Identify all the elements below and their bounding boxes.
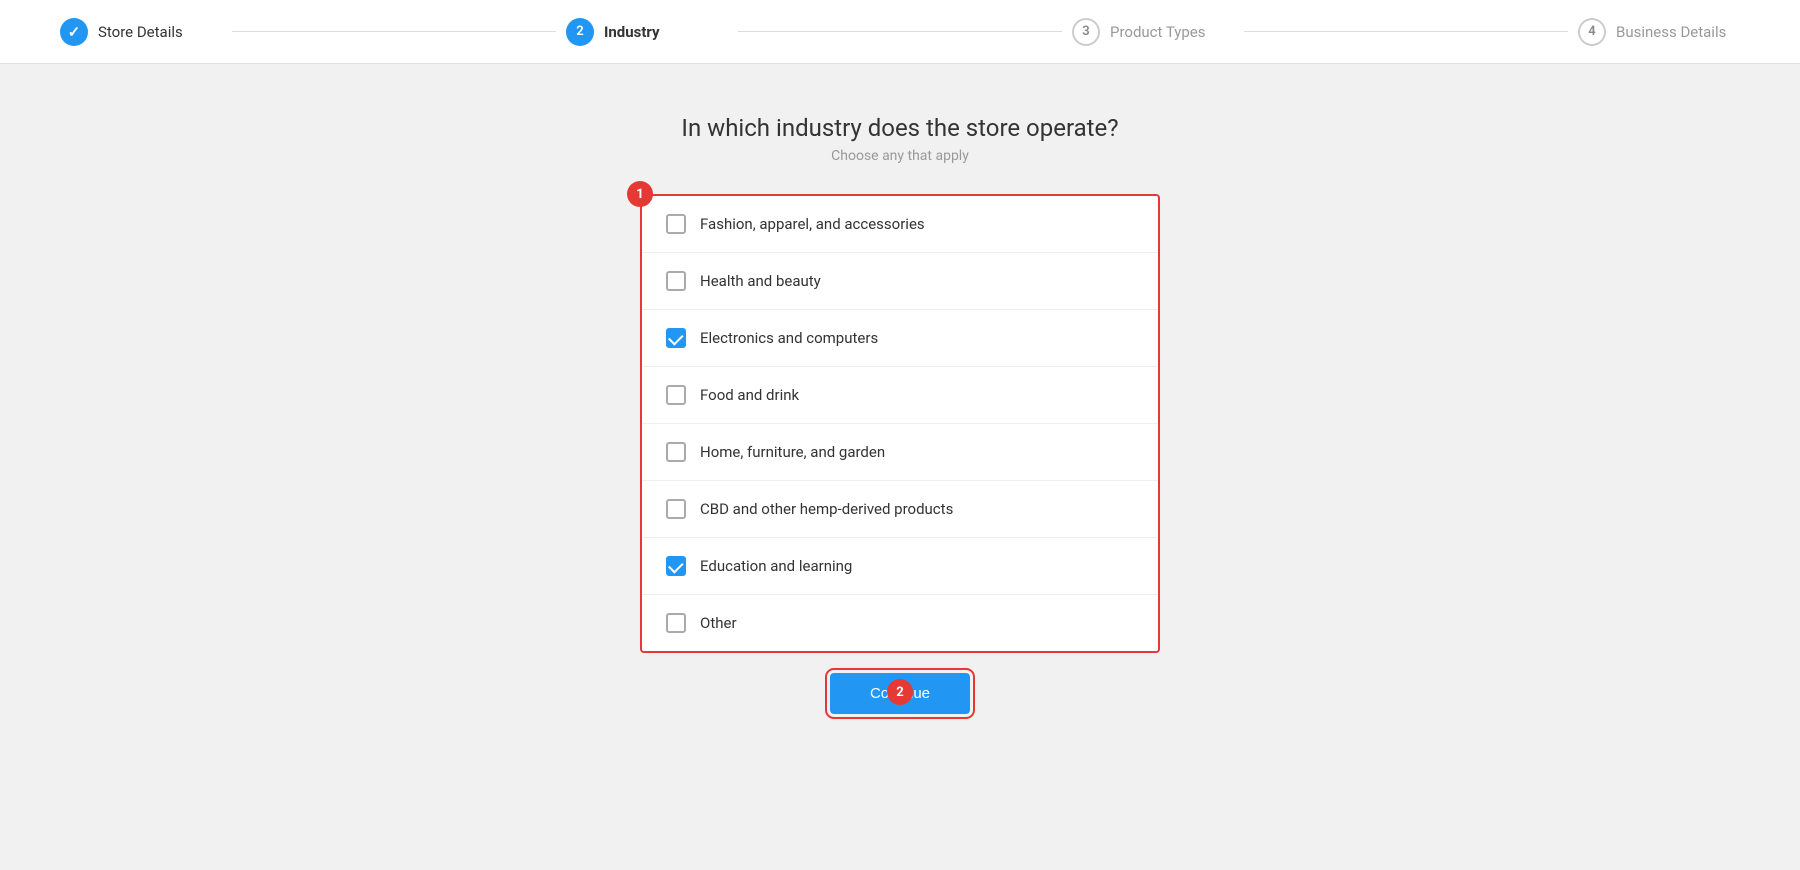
label-electronics: Electronics and computers (700, 329, 878, 347)
step-divider-2 (738, 31, 1062, 32)
step-3-circle: 3 (1072, 18, 1100, 46)
checkbox-cbd[interactable] (666, 499, 686, 519)
industry-row-home[interactable]: Home, furniture, and garden (642, 424, 1158, 481)
step-divider-3 (1244, 31, 1568, 32)
step-1-label: Store Details (98, 23, 183, 41)
checkbox-other[interactable] (666, 613, 686, 633)
industry-row-education[interactable]: Education and learning (642, 538, 1158, 595)
industry-row-cbd[interactable]: CBD and other hemp-derived products (642, 481, 1158, 538)
step-4-label: Business Details (1616, 23, 1726, 41)
checkbox-electronics[interactable] (666, 328, 686, 348)
checkbox-fashion[interactable] (666, 214, 686, 234)
industry-row-health[interactable]: Health and beauty (642, 253, 1158, 310)
step-business-details: 4 Business Details (1578, 18, 1740, 46)
stepper: ✓ Store Details 2 Industry 3 Product Typ… (0, 0, 1800, 64)
step-3-label: Product Types (1110, 23, 1206, 41)
step-industry: 2 Industry (566, 18, 728, 46)
step-store-details: ✓ Store Details (60, 18, 222, 46)
step-1-circle: ✓ (60, 18, 88, 46)
main-content: In which industry does the store operate… (0, 64, 1800, 714)
label-health: Health and beauty (700, 272, 821, 290)
label-food: Food and drink (700, 386, 799, 404)
checkbox-education[interactable] (666, 556, 686, 576)
label-cbd: CBD and other hemp-derived products (700, 500, 953, 518)
step-divider-1 (232, 31, 556, 32)
step-product-types: 3 Product Types (1072, 18, 1234, 46)
label-home: Home, furniture, and garden (700, 443, 885, 461)
industry-row-electronics[interactable]: Electronics and computers (642, 310, 1158, 367)
industry-card-wrapper: 1 Fashion, apparel, and accessoriesHealt… (640, 194, 1160, 653)
label-other: Other (700, 614, 737, 632)
label-education: Education and learning (700, 557, 852, 575)
industry-row-food[interactable]: Food and drink (642, 367, 1158, 424)
page-title: In which industry does the store operate… (681, 114, 1118, 142)
checkbox-home[interactable] (666, 442, 686, 462)
industry-row-fashion[interactable]: Fashion, apparel, and accessories (642, 196, 1158, 253)
checkbox-food[interactable] (666, 385, 686, 405)
industry-row-other[interactable]: Other (642, 595, 1158, 651)
label-fashion: Fashion, apparel, and accessories (700, 215, 925, 233)
step-2-circle: 2 (566, 18, 594, 46)
industry-list: Fashion, apparel, and accessories Health … (640, 194, 1160, 653)
annotation-badge-1: 1 (627, 181, 653, 207)
checkbox-health[interactable] (666, 271, 686, 291)
page-subtitle: Choose any that apply (831, 148, 969, 164)
step-4-circle: 4 (1578, 18, 1606, 46)
step-2-label: Industry (604, 23, 660, 41)
annotation-badge-2: 2 (887, 679, 913, 705)
